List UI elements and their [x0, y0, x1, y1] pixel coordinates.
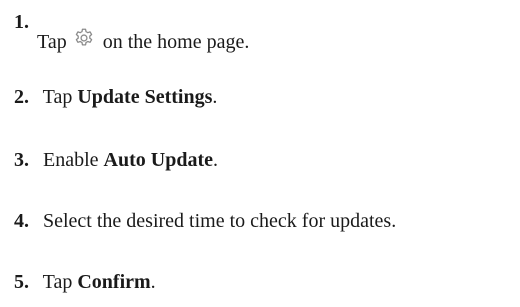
step-text: Tap on the home page. — [37, 27, 249, 54]
step-number: 4. — [14, 210, 29, 232]
step-2: 2. Tap Update Settings. — [14, 85, 217, 109]
step-text-after: . — [212, 149, 218, 171]
step-number: 5. — [14, 271, 29, 293]
instruction-steps: 1. Tap on the home page. 2. Tap Update S… — [0, 0, 520, 307]
step-5: 5. Tap Confirm. — [14, 270, 156, 294]
step-text-before: Tap — [42, 86, 73, 108]
step-text-after: . — [212, 86, 218, 108]
step-bold-term: Confirm — [77, 271, 151, 293]
step-text-before: Select the desired time to check for upd… — [43, 210, 397, 232]
step-number: 2. — [14, 86, 29, 108]
step-number: 1. — [14, 11, 29, 33]
step-3: 3. Enable Auto Update. — [14, 148, 218, 172]
gear-icon — [73, 27, 95, 49]
step-text-after: . — [150, 271, 156, 293]
step-text-before: Tap — [42, 271, 73, 293]
step-4: 4. Select the desired time to check for … — [14, 209, 396, 233]
step-bold-term: Update Settings — [77, 86, 213, 108]
step-bold-term: Auto Update — [103, 149, 213, 171]
step-text-before: Enable — [43, 149, 99, 171]
step-text-after: on the home page. — [102, 31, 250, 53]
step-text-before: Tap — [37, 31, 67, 53]
step-number: 3. — [14, 149, 29, 171]
